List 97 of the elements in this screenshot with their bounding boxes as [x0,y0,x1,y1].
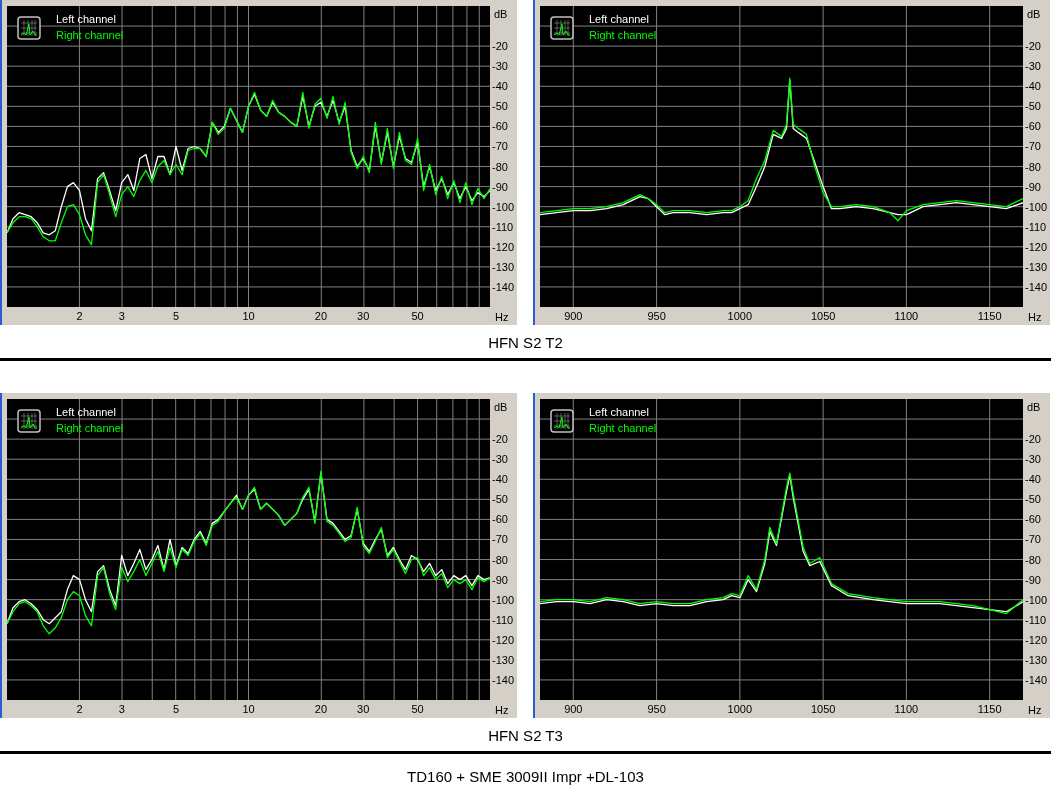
tick-label: -80 [1025,553,1041,566]
tick-label: 1050 [810,310,836,322]
tick-label: -20 [492,433,508,446]
legend-label: Right channel [589,29,657,41]
tick-label: 20 [314,310,328,322]
axis-unit-label: Hz [495,311,509,323]
tick-label: 1000 [727,703,753,715]
tick-label: 3 [118,703,125,715]
tick-label: 1050 [810,703,836,715]
tick-label: 950 [647,703,666,715]
tick-label: -40 [492,473,508,486]
tick-label: 1000 [727,310,753,322]
tick-label: -130 [492,260,515,273]
tick-label: -80 [1025,160,1041,173]
tick-label: -60 [1025,513,1041,526]
tick-label: 5 [173,310,180,322]
tick-label: -20 [1025,40,1041,53]
tick-label: -90 [492,180,508,193]
tick-label: -30 [492,453,508,466]
tick-label: 1150 [977,703,1002,715]
tick-label: -20 [1025,433,1041,446]
tick-label: -100 [492,200,515,213]
tick-label: -30 [1025,60,1041,73]
axis-unit-label: dB [1027,8,1041,20]
legend-label: Left channel [56,406,116,418]
tick-label: -50 [492,493,508,506]
axis-unit-label: dB [1027,401,1041,413]
tick-label: -110 [1025,220,1047,233]
axis-unit-label: Hz [1028,311,1042,323]
tick-label: -80 [492,160,508,173]
tick-label: -130 [492,653,515,666]
tick-label: -50 [1025,493,1041,506]
tick-label: -100 [1025,200,1048,213]
tick-label: 10 [242,310,255,322]
tick-label: -30 [1025,453,1041,466]
tick-label: 50 [411,310,424,322]
tick-label: -90 [1025,573,1041,586]
tick-label: -110 [492,613,514,626]
footer-caption: TD160 + SME 3009II Impr +DL-103 [407,768,644,785]
tick-label: -140 [1025,673,1048,686]
tick-label: -60 [1025,120,1041,133]
tick-label: -40 [492,80,508,93]
tick-label: -70 [492,140,508,153]
tick-label: 2 [76,310,83,322]
tick-label: 10 [242,703,255,715]
tick-label: -80 [492,553,508,566]
tick-label: -120 [492,240,515,253]
axis-unit-label: Hz [495,704,509,716]
tick-label: -100 [492,593,515,606]
legend-label: Left channel [56,13,116,25]
tick-label: 50 [411,703,424,715]
tick-label: -110 [492,220,514,233]
tick-label: 30 [357,310,370,322]
tick-label: -60 [492,120,508,133]
tick-label: 20 [314,703,328,715]
legend-label: Right channel [589,422,657,434]
tick-label: 30 [357,703,370,715]
tick-label: 5 [173,703,180,715]
tick-label: -50 [1025,100,1041,113]
axis-unit-label: dB [494,8,508,20]
axis-unit-label: Hz [1028,704,1042,716]
section-caption: HFN S2 T2 [488,333,563,351]
tick-label: -90 [1025,180,1041,193]
legend-label: Left channel [589,13,649,25]
tick-label: 2 [76,703,83,715]
tick-label: -120 [492,633,515,646]
tick-label: 1100 [894,703,919,715]
tick-label: -120 [1025,633,1048,646]
tick-label: -100 [1025,593,1048,606]
tick-label: -140 [1025,280,1048,293]
tick-label: -90 [492,573,508,586]
tick-label: -130 [1025,653,1048,666]
tick-label: -70 [492,533,508,546]
tick-label: 900 [564,703,583,715]
tick-label: -20 [492,40,508,53]
tick-label: -120 [1025,240,1048,253]
legend-label: Right channel [56,29,124,41]
tick-label: 900 [564,310,583,322]
legend-label: Right channel [56,422,124,434]
tick-label: 3 [118,310,125,322]
tick-label: -70 [1025,533,1041,546]
tick-label: 1150 [977,310,1002,322]
tick-label: -140 [492,673,515,686]
tick-label: -140 [492,280,515,293]
tick-label: -40 [1025,80,1041,93]
tick-label: -40 [1025,473,1041,486]
tick-label: -70 [1025,140,1041,153]
section-caption: HFN S2 T3 [488,726,563,744]
tick-label: -50 [492,100,508,113]
tick-label: 950 [647,310,666,322]
axis-unit-label: dB [494,401,508,413]
tick-label: -110 [1025,613,1047,626]
tick-label: -60 [492,513,508,526]
tick-label: -30 [492,60,508,73]
tick-label: -130 [1025,260,1048,273]
tick-label: 1100 [894,310,919,322]
legend-label: Left channel [589,406,649,418]
